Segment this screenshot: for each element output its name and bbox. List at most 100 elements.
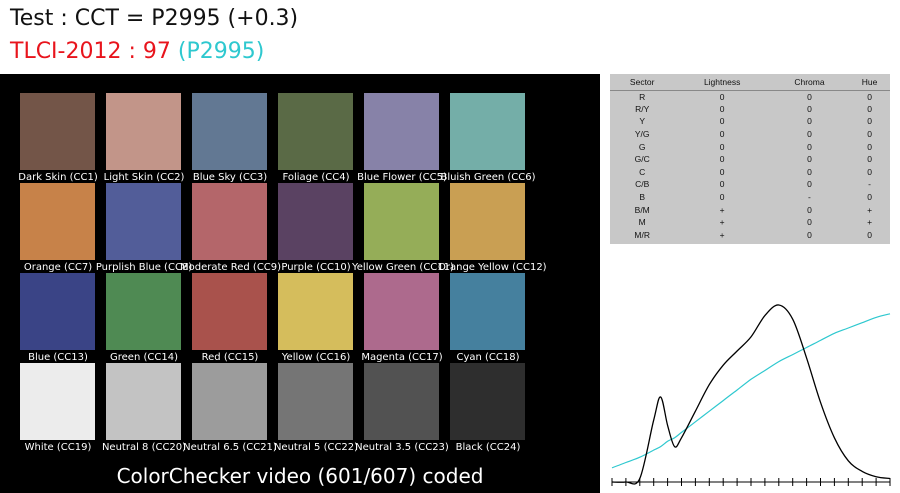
sector-table-cell: + [719, 204, 725, 215]
color-patch-label: Yellow (CC16) [281, 352, 351, 363]
color-patch [106, 363, 181, 440]
sector-table-row: Y/G 0 0 0 [610, 128, 890, 141]
sector-table-cell: 0 [719, 154, 725, 165]
sector-table: Sector Lightness Chroma Hue R 0 0 0 R/Y 0 0 0 Y 0 0 0 Y… [610, 74, 890, 241]
sector-table-header: Sector Lightness Chroma Hue [610, 74, 890, 91]
color-patch-label: Blue Sky (CC3) [192, 172, 268, 183]
sector-table-row: M +0 + [610, 216, 890, 229]
color-patch [450, 93, 525, 170]
color-patch-label: Neutral 5 (CC22) [273, 442, 359, 453]
color-patch [278, 183, 353, 260]
color-patch-label: Magenta (CC17) [361, 352, 443, 363]
sector-table-row: R 0 0 0 [610, 90, 890, 103]
color-patch-label: Black (CC24) [455, 442, 521, 453]
spectrum-chart [611, 304, 891, 486]
color-patch-label: Purplish Blue (CC8) [95, 262, 193, 273]
color-patch [450, 273, 525, 350]
sector-table-cell: 0 [807, 154, 812, 165]
sector-table-cell: 0 [867, 129, 872, 140]
sector-table-cell: 0 [719, 141, 725, 152]
color-patch [20, 93, 95, 170]
sector-table-cell: R/Y [635, 103, 650, 114]
sector-table-row: C/B 0 0 - [610, 178, 890, 191]
color-patch [278, 93, 353, 170]
color-patch-label: Green (CC14) [110, 352, 178, 363]
sector-table-cell: - [868, 179, 871, 190]
sector-table-cell: B/M [634, 204, 650, 215]
color-patch [278, 363, 353, 440]
sector-table-column-header: Sector [610, 74, 675, 91]
color-patch [106, 183, 181, 260]
sector-table-row: G/C 0 0 0 [610, 153, 890, 166]
color-patch [20, 363, 95, 440]
sector-table-column-header: Hue [849, 74, 890, 91]
tlci-score: TLCI-2012 : 97 [10, 39, 171, 64]
color-patch [278, 273, 353, 350]
color-patch-label: Blue Flower (CC5) [357, 172, 447, 183]
sector-table-cell: 0 [867, 166, 872, 177]
sector-table-cell: 0 [867, 229, 872, 240]
color-patch [364, 183, 439, 260]
sector-table-cell: 0 [719, 91, 725, 102]
color-patch [192, 273, 267, 350]
sector-table-cell: 0 [867, 116, 872, 127]
sector-table-cell: + [867, 204, 873, 215]
sector-table-cell: 0 [867, 141, 872, 152]
sector-table-cell: M [638, 217, 646, 228]
sector-table-row: B 0 - 0 [610, 191, 890, 204]
sector-table-cell: 0 [807, 116, 812, 127]
sector-table-cell: 0 [719, 103, 725, 114]
sector-table-row: R/Y 0 0 0 [610, 103, 890, 116]
color-patch [364, 273, 439, 350]
color-patch-label: Red (CC15) [201, 352, 259, 363]
sector-table-column-header: Chroma [769, 74, 850, 91]
sector-table-row: G 0 0 0 [610, 140, 890, 153]
sector-table-cell: C [639, 166, 646, 177]
color-patch-label: Light Skin (CC2) [103, 172, 185, 183]
sector-table-cell: 0 [807, 166, 812, 177]
sector-table-panel: Sector Lightness Chroma Hue R 0 0 0 R/Y 0 0 0 Y 0 0 0 Y… [610, 74, 890, 244]
sector-table-cell: 0 [807, 141, 812, 152]
color-patch-label: Cyan (CC18) [456, 352, 520, 363]
sector-table-cell: 0 [719, 166, 725, 177]
color-patch-label: Neutral 3.5 (CC23) [355, 442, 449, 453]
color-patch-label: Yellow Green (CC11) [352, 262, 454, 273]
color-patch [106, 93, 181, 170]
spectrum-axis [611, 478, 891, 486]
sector-table-cell: 0 [807, 129, 812, 140]
sector-table-cell: 0 [807, 103, 812, 114]
tlci-reference: (P2995) [170, 39, 265, 64]
sector-table-row: M/R +0 0 [610, 229, 890, 242]
sector-table-cell: - [808, 192, 811, 203]
sector-table-cell: R [639, 91, 646, 102]
color-patch-label: Bluish Green (CC6) [440, 172, 536, 183]
color-patch [364, 93, 439, 170]
color-patch-label: Orange Yellow (CC12) [438, 262, 547, 273]
sector-table-row: C 0 0 0 [610, 166, 890, 179]
sector-table-cell: + [867, 217, 873, 228]
sector-table-cell: 0 [867, 154, 872, 165]
color-patch [450, 183, 525, 260]
cct-title: Test : CCT = P2995 (+0.3) [10, 6, 299, 31]
sector-table-cell: 0 [807, 204, 812, 215]
color-patch [192, 363, 267, 440]
sector-table-cell: 0 [719, 129, 725, 140]
color-patch-label: Purple (CC10) [281, 262, 351, 273]
sector-table-cell: 0 [719, 179, 725, 190]
sector-table-cell: 0 [807, 229, 812, 240]
sector-table-cell: B [639, 192, 646, 203]
color-patch [20, 273, 95, 350]
color-patch [106, 273, 181, 350]
sector-table-cell: 0 [807, 217, 812, 228]
sector-table-cell: 0 [867, 91, 872, 102]
color-patch-label: Moderate Red (CC9) [180, 262, 282, 273]
color-patch-label: Orange (CC7) [23, 262, 93, 273]
sector-table-cell: 0 [719, 116, 725, 127]
sector-table-column-header: Lightness [674, 74, 770, 91]
sector-table-cell: G/C [634, 154, 650, 165]
color-patch-label: Neutral 8 (CC20) [101, 442, 187, 453]
sector-table-cell: G [638, 141, 646, 152]
sector-table-cell: + [719, 229, 725, 240]
sector-table-cell: Y [639, 116, 646, 127]
color-patch [450, 363, 525, 440]
